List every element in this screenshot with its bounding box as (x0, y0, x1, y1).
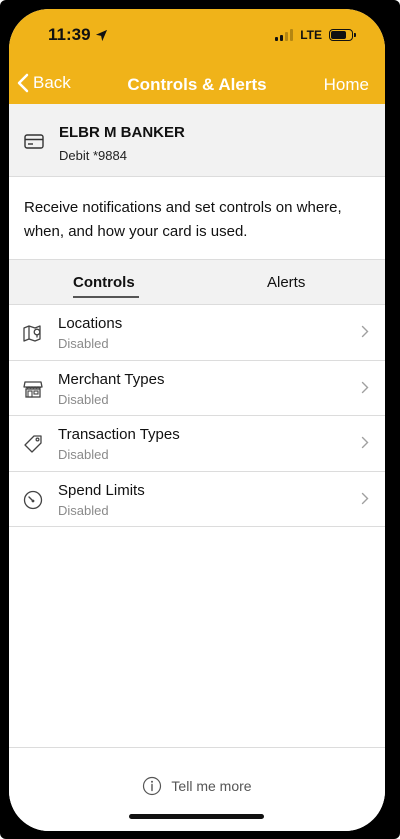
credit-card-icon (24, 134, 44, 149)
control-status: Disabled (58, 447, 109, 462)
signal-icon (275, 29, 294, 41)
gauge-icon (23, 490, 43, 509)
controls-list: Locations Disabled Merchant Types Disabl… (9, 305, 385, 527)
screen: 11:39 LTE Back Controls & Alerts Home EL… (9, 9, 385, 831)
control-row-spend-limits[interactable]: Spend Limits Disabled (9, 472, 385, 527)
description-text: Receive notifications and set controls o… (24, 199, 342, 240)
tag-icon (24, 435, 42, 453)
chevron-right-icon (361, 325, 369, 338)
home-button[interactable]: Home (324, 75, 369, 95)
control-label: Transaction Types (58, 426, 180, 443)
location-arrow-icon (95, 29, 107, 41)
control-row-merchant-types[interactable]: Merchant Types Disabled (9, 361, 385, 416)
tell-me-more-label: Tell me more (171, 778, 252, 794)
control-status: Disabled (58, 502, 109, 518)
status-time-text: 11:39 (48, 25, 91, 44)
chevron-right-icon (361, 381, 369, 393)
card-holder-name: ELBR M BANKER (59, 124, 185, 141)
control-row-transaction-types[interactable]: Transaction Types Disabled (9, 416, 385, 472)
chevron-right-icon (361, 436, 369, 449)
phone-frame: 11:39 LTE Back Controls & Alerts Home EL… (0, 0, 400, 839)
chevron-right-icon (361, 492, 369, 504)
tell-me-more-button[interactable]: Tell me more (9, 776, 385, 796)
control-label: Merchant Types (58, 370, 165, 388)
card-number: Debit *9884 (59, 148, 127, 163)
info-icon (143, 776, 162, 796)
network-label: LTE (300, 28, 322, 42)
tab-alerts[interactable]: Alerts (267, 274, 305, 291)
footer: Tell me more (9, 747, 385, 831)
status-indicators: LTE (275, 28, 356, 42)
control-row-locations[interactable]: Locations Disabled (9, 305, 385, 361)
battery-icon (329, 29, 356, 41)
control-status: Disabled (58, 336, 109, 351)
map-location-icon (23, 325, 41, 342)
tab-bar: Controls Alerts (9, 259, 385, 305)
tab-controls[interactable]: Controls (73, 274, 135, 291)
home-indicator[interactable] (129, 814, 264, 819)
storefront-icon (23, 380, 43, 398)
tab-selected-indicator (73, 296, 139, 298)
app-header: 11:39 LTE Back Controls & Alerts Home (9, 9, 385, 104)
card-summary: ELBR M BANKER Debit *9884 (9, 104, 385, 177)
control-label: Locations (58, 315, 123, 332)
control-label: Spend Limits (58, 481, 145, 499)
status-time: 11:39 (48, 25, 108, 45)
control-status: Disabled (58, 391, 109, 407)
